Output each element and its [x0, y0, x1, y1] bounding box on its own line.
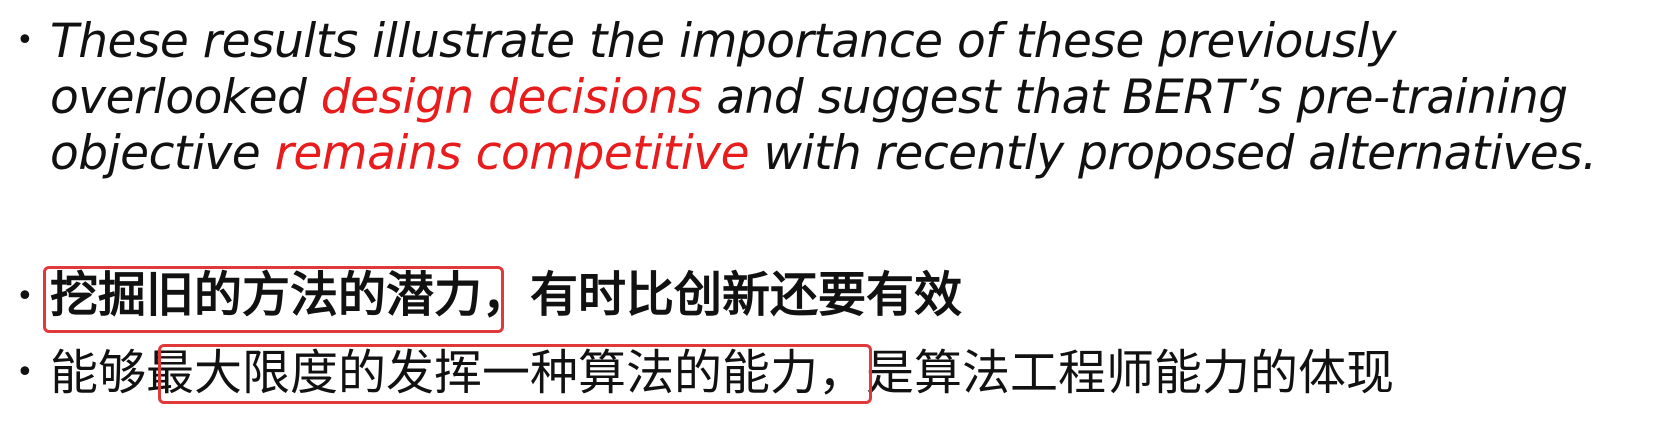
bullet-2: • [16, 279, 34, 314]
point-algorithm-ability-pre: 能够 [50, 345, 147, 401]
quote-line-2-post: and suggest that BERT’s pre-training [701, 70, 1568, 125]
quote-line-1: These results illustrate the importance … [50, 14, 1650, 70]
point-old-methods-highlight: 挖掘旧的方法的潜力 [50, 267, 483, 323]
quote-line-2-pre: overlooked [50, 70, 321, 125]
quote-line-3-pre: objective [50, 126, 275, 181]
quote-line-1-text: These results illustrate the importance … [50, 14, 1397, 69]
bullet-3: • [16, 355, 34, 390]
quote-line-3-post: with recently proposed alternatives. [749, 126, 1597, 181]
bullet-1: • [16, 23, 34, 58]
point-algorithm-ability-rest: ，是算法工程师能力的体现 [818, 345, 1395, 401]
emphasis-remains-competitive: remains competitive [274, 126, 750, 181]
point-algorithm-ability-highlight: 最大限度的发挥一种算法的能力 [146, 345, 819, 401]
emphasis-design-decisions: design decisions [320, 70, 703, 125]
english-quote: These results illustrate the importance … [50, 14, 1650, 182]
quote-line-3: objective remains competitive with recen… [50, 126, 1650, 182]
point-old-methods-rest: ，有时比创新还要有效 [482, 267, 963, 323]
point-algorithm-ability: 能够最大限度的发挥一种算法的能力，是算法工程师能力的体现 [50, 340, 1394, 406]
quote-line-2: overlooked design decisions and suggest … [50, 70, 1650, 126]
point-old-methods: 挖掘旧的方法的潜力，有时比创新还要有效 [50, 262, 962, 328]
